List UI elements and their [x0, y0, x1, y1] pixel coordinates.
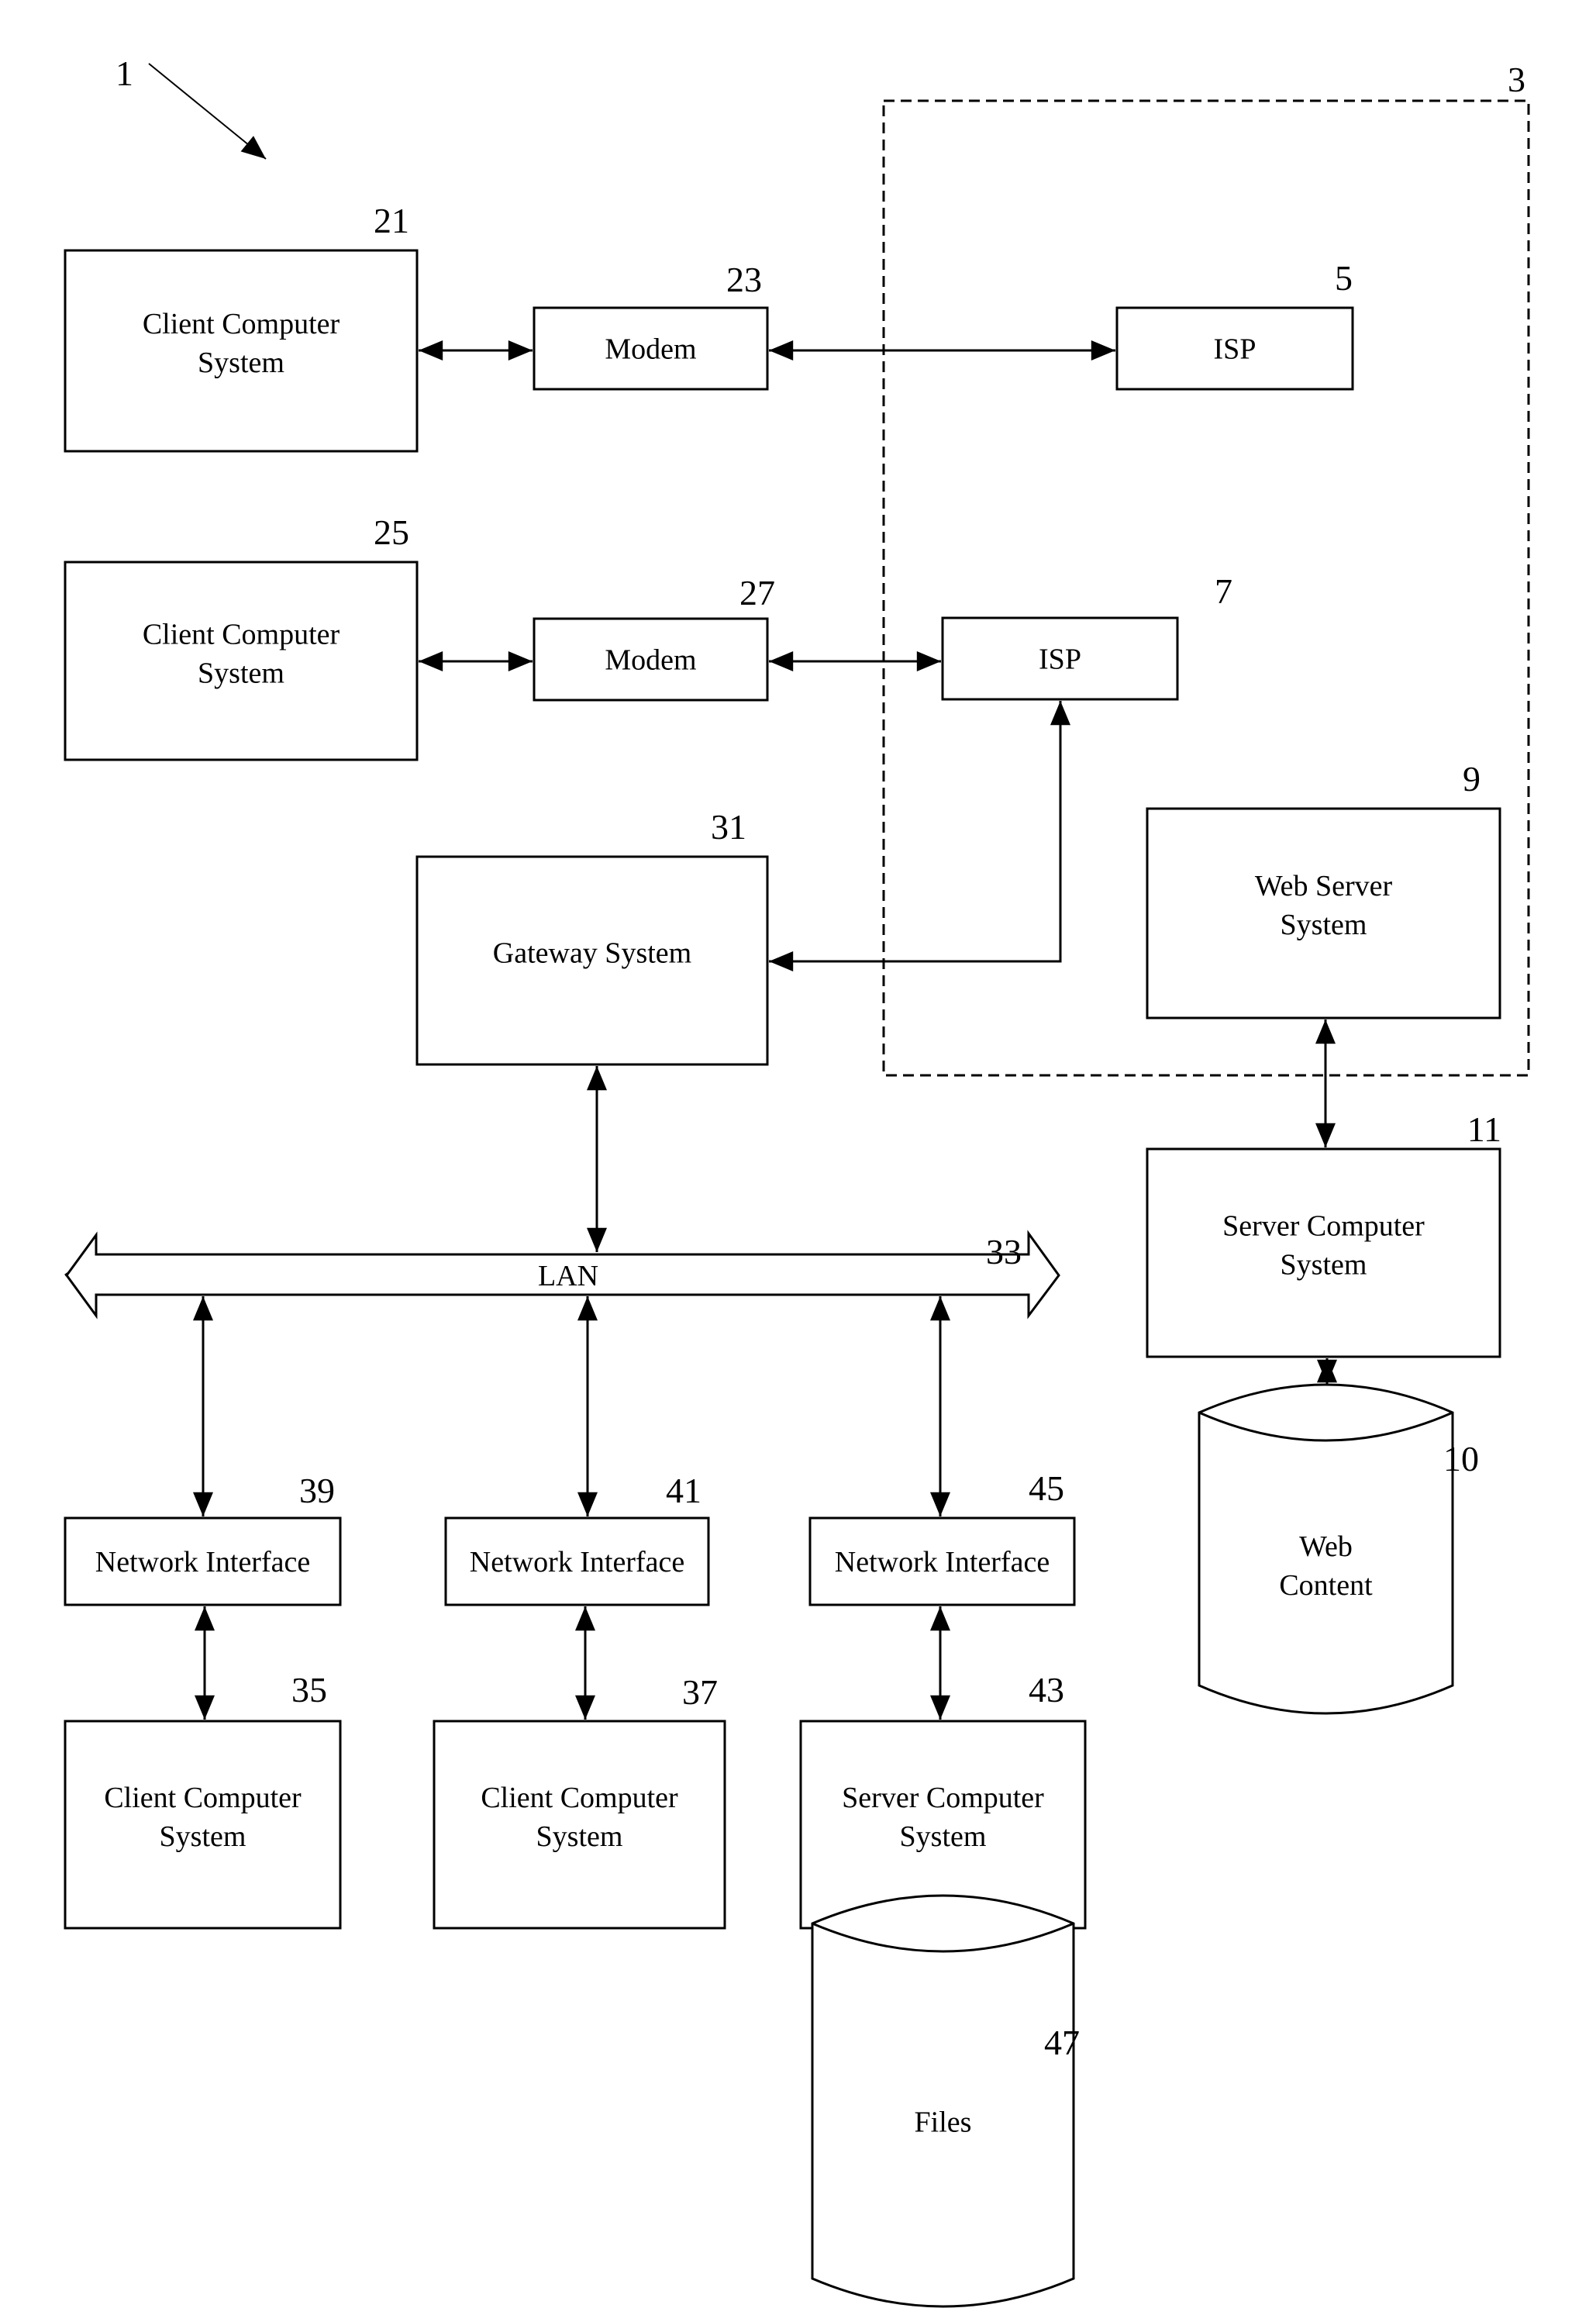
node-label-line: Server Computer — [1222, 1209, 1425, 1242]
node-reference-number: 10 — [1443, 1439, 1479, 1478]
node-label-line: Client Computer — [481, 1782, 678, 1814]
node-label-line: Content — [1279, 1569, 1373, 1602]
connection-gateway31-isp7 — [769, 701, 1070, 971]
node-label-line: Network Interface — [470, 1546, 684, 1578]
node-label-line: Client Computer — [143, 618, 340, 650]
node-server-43: Server Computer System 43 — [799, 1670, 1087, 1930]
node-client-25: Client Computer System 25 — [64, 512, 419, 761]
node-reference-number: 47 — [1044, 2023, 1080, 2062]
node-label-line: ISP — [1214, 333, 1256, 366]
node-reference-number: 43 — [1029, 1670, 1064, 1710]
node-reference-number: 9 — [1463, 759, 1481, 799]
node-label-line: System — [1281, 1248, 1367, 1281]
node-label-line: Client Computer — [143, 308, 340, 340]
figure-pointer-arrow — [148, 63, 267, 160]
node-reference-number: 39 — [299, 1471, 335, 1510]
node-web-content-10: Web Content 10 — [1198, 1383, 1479, 1715]
node-files-47: Files 47 — [811, 1894, 1080, 2308]
node-label-line: System — [198, 347, 284, 379]
node-reference-number: 7 — [1215, 571, 1232, 611]
internet-region-ref: 3 — [1508, 60, 1525, 99]
node-client-35: Client Computer System 35 — [64, 1670, 342, 1930]
node-client-37: Client Computer System 37 — [433, 1672, 726, 1930]
node-label-line: System — [198, 657, 284, 689]
node-gateway-31: Gateway System 31 — [415, 807, 769, 1066]
node-label-line: System — [160, 1820, 246, 1853]
node-netif-41: Network Interface 41 — [444, 1471, 710, 1606]
node-label-line: Gateway System — [493, 937, 691, 969]
node-reference-number: 11 — [1467, 1109, 1501, 1149]
lan-label: LAN — [538, 1260, 598, 1292]
node-client-21: Client Computer System 21 — [64, 201, 419, 453]
node-reference-number: 35 — [291, 1670, 327, 1710]
lan-ref: 33 — [986, 1232, 1022, 1271]
node-label-line: ISP — [1039, 643, 1081, 676]
node-label-line: Web Server — [1255, 870, 1393, 902]
node-label-line: System — [1281, 909, 1367, 941]
node-reference-number: 25 — [374, 512, 409, 552]
node-label-line: Modem — [605, 333, 696, 366]
node-reference-number: 45 — [1029, 1468, 1064, 1508]
cylinder-body — [811, 1894, 1075, 2308]
node-label-line: Files — [915, 2106, 972, 2139]
node-reference-number: 27 — [739, 573, 775, 612]
node-reference-number: 21 — [374, 201, 409, 240]
node-reference-number: 23 — [726, 260, 762, 299]
lan-bus: LAN 33 — [64, 1230, 1060, 1320]
node-label-line: System — [900, 1820, 987, 1853]
node-isp-7: ISP 7 — [941, 571, 1232, 701]
node-label-line: System — [536, 1820, 623, 1853]
node-reference-number: 5 — [1335, 258, 1353, 298]
node-reference-number: 31 — [711, 807, 746, 847]
node-web-server-9: Web Server System 9 — [1146, 759, 1501, 1019]
node-label-line: Web — [1299, 1530, 1353, 1563]
node-modem-23: Modem 23 — [533, 260, 769, 391]
node-label-line: Modem — [605, 644, 696, 677]
node-label-line: Server Computer — [842, 1782, 1044, 1814]
node-reference-number: 37 — [682, 1672, 718, 1712]
figure-reference-label: 1 — [115, 53, 133, 93]
node-modem-27: Modem 27 — [533, 573, 775, 702]
network-diagram: 1 3 LAN 33 Client ComputerSystem21Modem2… — [64, 53, 1530, 2308]
node-reference-number: 41 — [666, 1471, 701, 1510]
node-label-line: Client Computer — [104, 1782, 302, 1814]
node-label-line: Network Interface — [835, 1546, 1050, 1578]
node-label-line: Network Interface — [95, 1546, 310, 1578]
node-isp-5: ISP 5 — [1115, 258, 1354, 391]
node-netif-45: Network Interface 45 — [808, 1468, 1076, 1606]
